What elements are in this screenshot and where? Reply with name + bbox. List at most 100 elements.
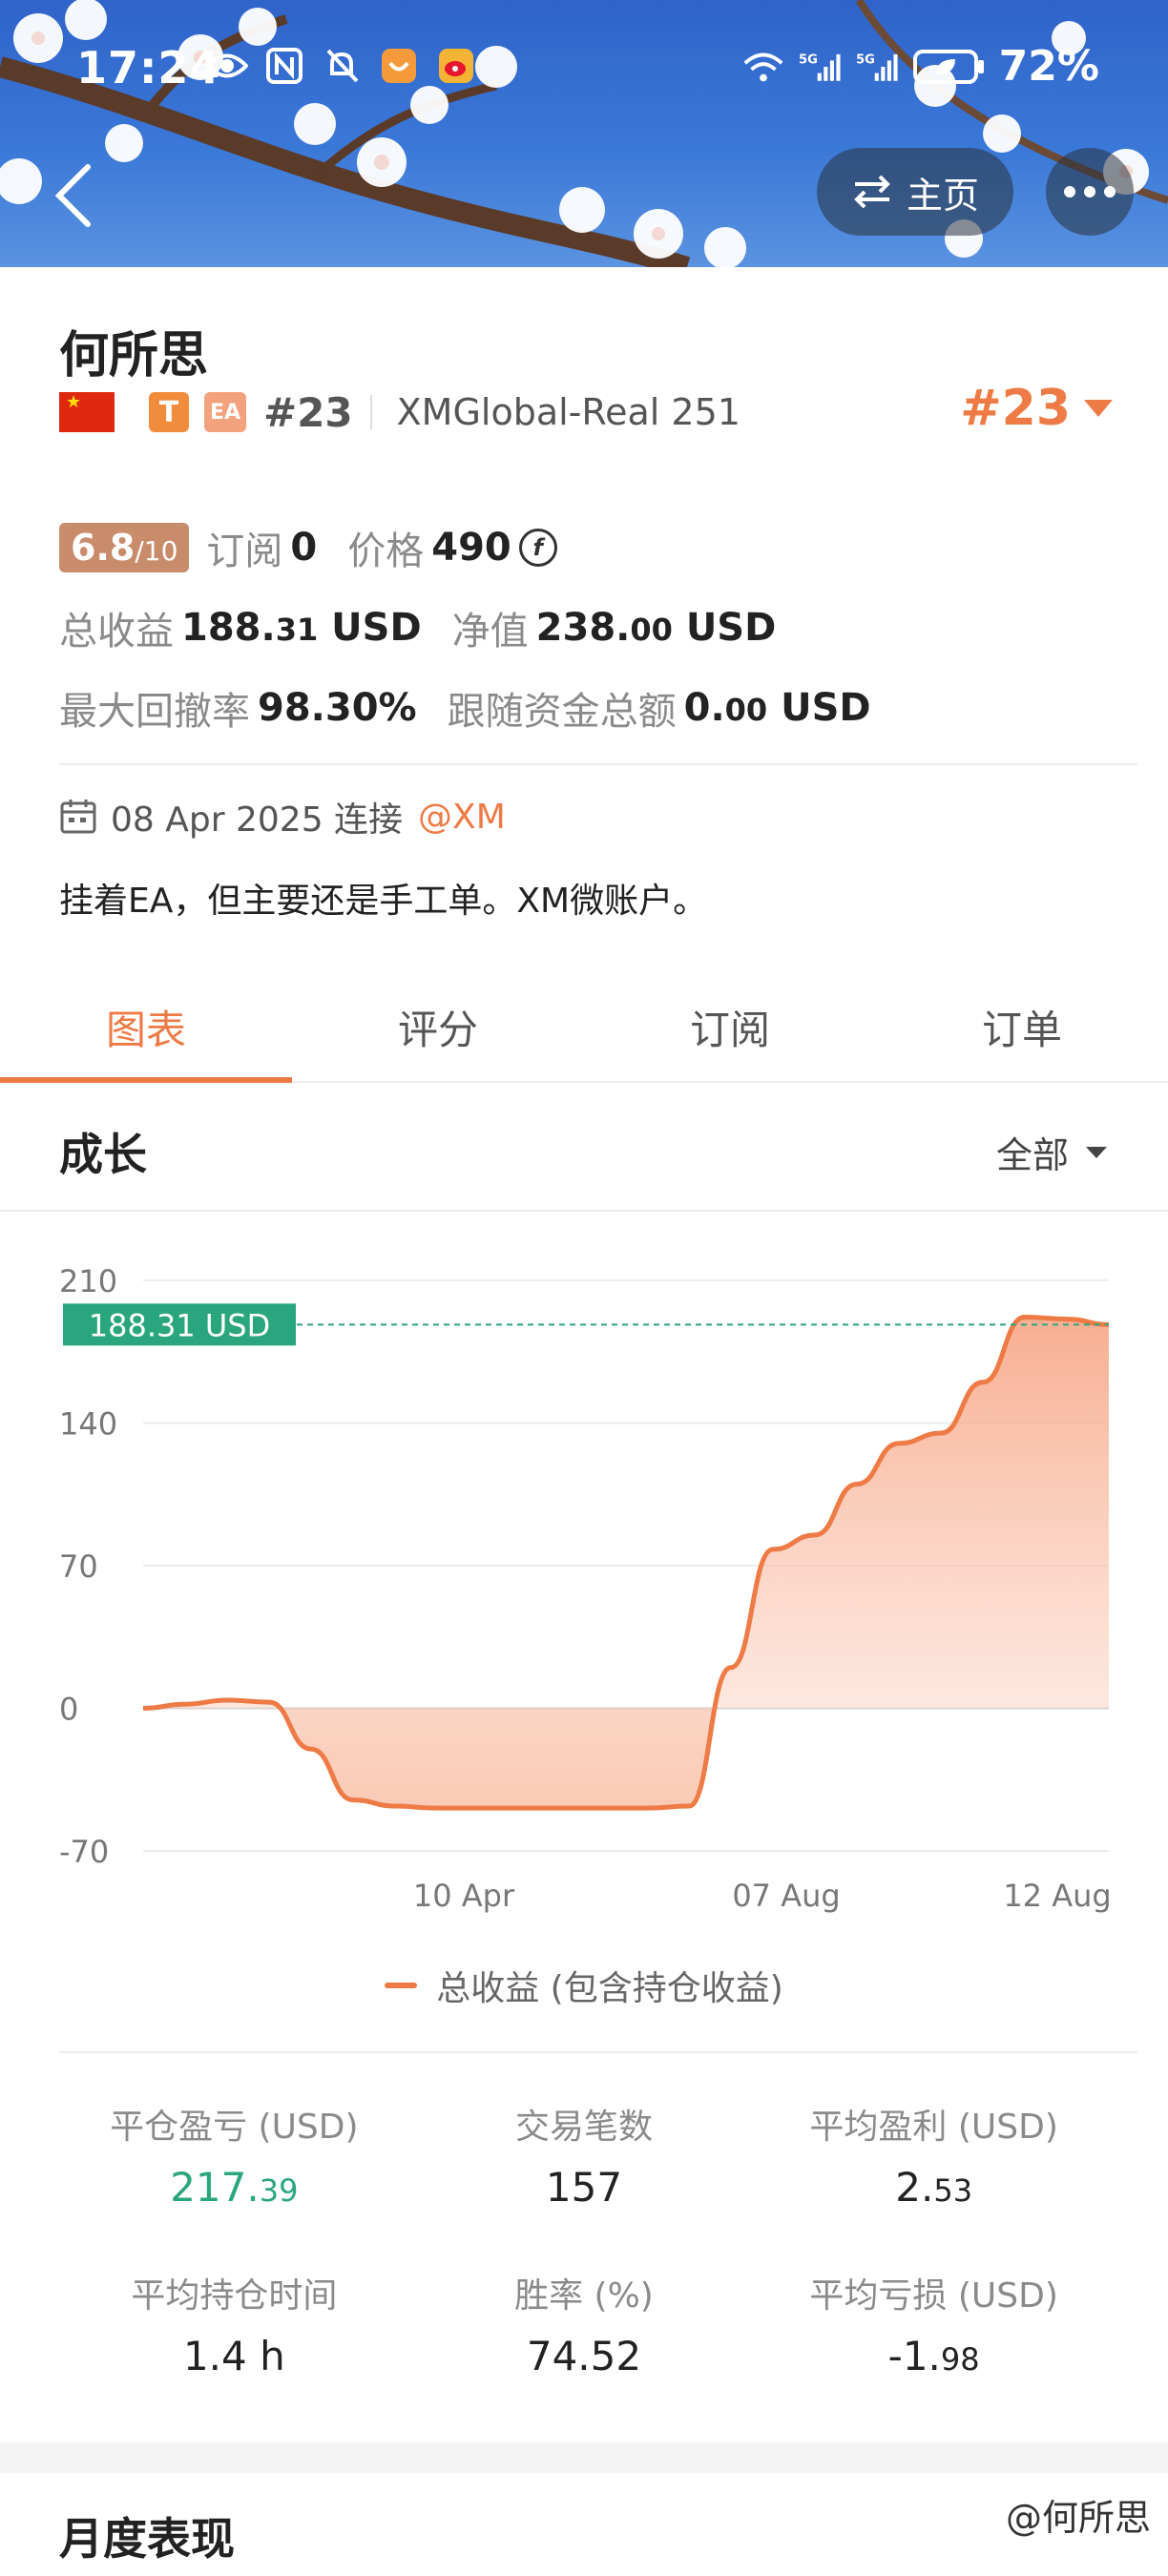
metric-item: 平均持仓时间 1.4 h — [59, 2268, 409, 2379]
metric-value: 217.39 — [170, 2164, 299, 2211]
metric-label: 平仓盈亏 (USD) — [110, 2108, 359, 2147]
metric-item: 胜率 (%) 74.52 — [409, 2268, 760, 2379]
tab-orders[interactable]: 订单 — [876, 973, 1168, 1081]
legend-swatch — [385, 1983, 418, 1988]
mute-bell-icon — [320, 44, 364, 88]
metric-label: 平均亏损 (USD) — [809, 2276, 1058, 2316]
current-value-label: 188.31 USD — [89, 1307, 271, 1343]
trader-meta-row: T EA #23 XMGlobal-Real 251 — [59, 384, 740, 441]
svg-text:5G: 5G — [799, 52, 818, 67]
connect-date: 08 Apr 2025 连接 — [111, 800, 404, 840]
follow-funds-label: 跟随资金总额 — [447, 690, 677, 734]
metric-value: -1.98 — [887, 2333, 980, 2379]
section-gap — [0, 2442, 1168, 2473]
weibo-icon — [434, 44, 478, 88]
x-tick-label: 10 Apr — [413, 1878, 515, 1914]
wifi-icon — [741, 45, 785, 89]
chart-legend: 总收益 (包含持仓收益) — [0, 1961, 1168, 2010]
follow-funds-value: 0.00 USD — [683, 686, 871, 730]
price-value: 490 — [431, 526, 511, 570]
growth-chart: 210 140 70 0 -70 188.31 USD 10 Apr 07 Aug 12 Aug — [0, 1221, 1168, 1946]
home-button[interactable]: 主页 — [817, 148, 1013, 236]
metric-item: 平均亏损 (USD) -1.98 — [759, 2268, 1109, 2379]
signal-5g-icon: 5G — [799, 45, 843, 89]
trader-bio: 挂着EA，但主要还是手工单。XM微账户。 — [59, 882, 708, 921]
score-max: /10 — [135, 535, 178, 567]
monthly-performance-title: 月度表现 — [59, 2513, 235, 2565]
tab-rating[interactable]: 评分 — [292, 973, 584, 1081]
back-button[interactable] — [46, 157, 103, 234]
account-name: XMGlobal-Real 251 — [396, 391, 740, 433]
watermark: @何所思 — [1005, 2497, 1151, 2539]
tab-bar: 图表 评分 订阅 订单 — [0, 973, 1168, 1083]
metric-item: 平仓盈亏 (USD) 217.39 — [59, 2099, 409, 2211]
status-time: 17:24 — [76, 42, 221, 93]
more-dot-icon — [1084, 186, 1095, 197]
stats-block: 6.8/10 订阅 0 价格 490 f 总收益 188.31 USD 净值 2… — [59, 508, 902, 748]
metric-value: 74.52 — [526, 2333, 642, 2379]
metric-label: 交易笔数 — [514, 2108, 653, 2147]
calendar-icon — [60, 800, 96, 834]
badge-ea: EA — [204, 392, 246, 432]
y-tick-label: 70 — [59, 1548, 98, 1585]
metric-label: 平均持仓时间 — [131, 2276, 338, 2316]
total-profit-label: 总收益 — [59, 610, 174, 654]
subscribe-value: 0 — [290, 526, 318, 570]
growth-section-header: 成长 全部 — [0, 1088, 1168, 1212]
battery-icon — [912, 45, 986, 89]
score-badge: 6.8/10 — [59, 523, 190, 572]
metric-item: 平均盈利 (USD) 2.53 — [759, 2099, 1109, 2211]
growth-chart-svg: 210 140 70 0 -70 188.31 USD 10 Apr 07 Aug 12 Aug — [59, 1263, 1112, 1914]
home-button-label: 主页 — [906, 174, 979, 217]
app-notification-icon — [377, 44, 421, 88]
caret-down-icon — [1086, 1146, 1107, 1158]
battery-percent: 72% — [998, 42, 1099, 91]
x-tick-label: 07 Aug — [732, 1878, 840, 1914]
eye-icon — [205, 44, 249, 88]
divider — [59, 2051, 1137, 2053]
y-tick-label: -70 — [59, 1834, 109, 1870]
metric-value: 1.4 h — [182, 2333, 285, 2379]
legend-label: 总收益 (包含持仓收益) — [436, 1969, 783, 2008]
more-dot-icon — [1104, 186, 1116, 197]
metric-label: 平均盈利 (USD) — [809, 2108, 1058, 2147]
y-tick-label: 140 — [59, 1406, 117, 1443]
coin-icon: f — [518, 529, 557, 567]
price-label: 价格 — [347, 530, 425, 573]
range-filter-label: 全部 — [995, 1134, 1069, 1176]
metric-item: 交易笔数 157 — [409, 2099, 760, 2211]
chevron-left-icon — [54, 164, 91, 227]
total-profit-value: 188.31 USD — [181, 606, 422, 650]
rank-label: #23 — [263, 388, 353, 436]
status-bar: 17:24 5G 5G 72% — [0, 36, 1168, 103]
divider — [369, 395, 372, 429]
max-drawdown-label: 最大回撤率 — [59, 690, 250, 734]
score-value: 6.8 — [71, 527, 136, 569]
swap-icon — [854, 175, 890, 209]
svg-text:5G: 5G — [856, 52, 875, 67]
trader-name: 何所思 — [59, 327, 209, 384]
nfc-icon — [262, 44, 306, 88]
range-filter-dropdown[interactable]: 全部 — [996, 1126, 1109, 1178]
badge-t: T — [149, 392, 189, 432]
broker-link[interactable]: @XM — [418, 798, 506, 837]
metrics-grid: 平仓盈亏 (USD) 217.39 交易笔数 157 平均盈利 (USD) 2.53 平均持… — [59, 2099, 1109, 2379]
subscribe-label: 订阅 — [206, 530, 283, 573]
x-tick-label: 12 Aug — [1003, 1878, 1111, 1914]
connect-info: 08 Apr 2025 连接 @XM — [59, 792, 506, 841]
more-dot-icon — [1064, 186, 1075, 197]
tab-subscribe[interactable]: 订阅 — [584, 973, 876, 1081]
metric-value: 2.53 — [895, 2164, 973, 2211]
caret-down-icon — [1084, 400, 1113, 417]
equity-label: 净值 — [451, 610, 529, 654]
more-options-button[interactable] — [1046, 148, 1134, 236]
metric-value: 157 — [545, 2164, 623, 2211]
section-title: 成长 — [59, 1129, 147, 1180]
divider — [59, 763, 1137, 765]
y-tick-label: 210 — [59, 1263, 117, 1299]
tab-chart[interactable]: 图表 — [0, 973, 292, 1083]
china-flag-icon — [59, 392, 115, 432]
rank-dropdown[interactable]: #23 — [960, 380, 1115, 437]
max-drawdown-value: 98.30% — [258, 686, 417, 730]
metric-label: 胜率 (%) — [514, 2276, 654, 2316]
